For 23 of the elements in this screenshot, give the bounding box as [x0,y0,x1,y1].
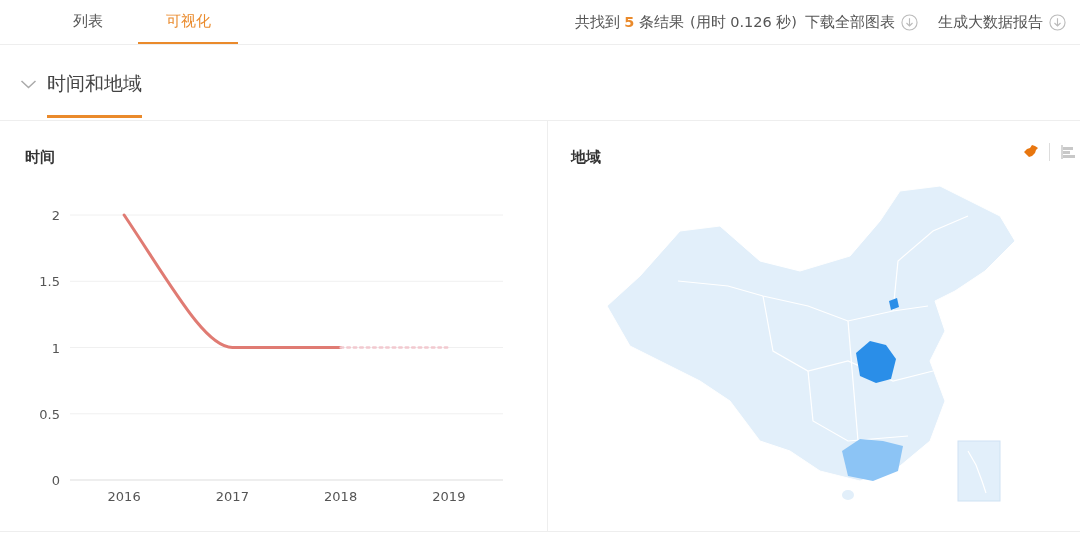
tab[interactable]: 列表 [38,0,138,44]
result-summary: 共找到 5 条结果 [574,12,684,32]
download-link[interactable]: 下载全部图表 [805,12,918,32]
download-icon [901,13,918,31]
axis-label: 1 [51,340,60,356]
axis-label: 2 [51,208,60,223]
axis-label: 2019 [432,489,466,504]
map-icon [1023,144,1039,160]
download-link[interactable]: 生成大数据报告 [938,12,1066,32]
axis-label: 2018 [324,489,358,504]
section-toggle[interactable]: 时间和地域 [20,45,142,120]
axis-label: 0.5 [39,406,60,422]
bar-chart-icon [1060,144,1076,160]
bar-view-button[interactable] [1060,144,1076,160]
search-time: (用时 0.126 秒) [689,12,797,32]
axis-label: 2016 [107,489,141,504]
axis-label: 0 [51,473,60,488]
download-icon [1049,13,1066,31]
axis-label: 1.5 [39,274,60,290]
panel-title: 时间 [25,148,55,167]
map-view-button[interactable] [1023,144,1039,160]
panel-title: 地域 [571,148,601,167]
axis-label: 2017 [215,489,249,504]
